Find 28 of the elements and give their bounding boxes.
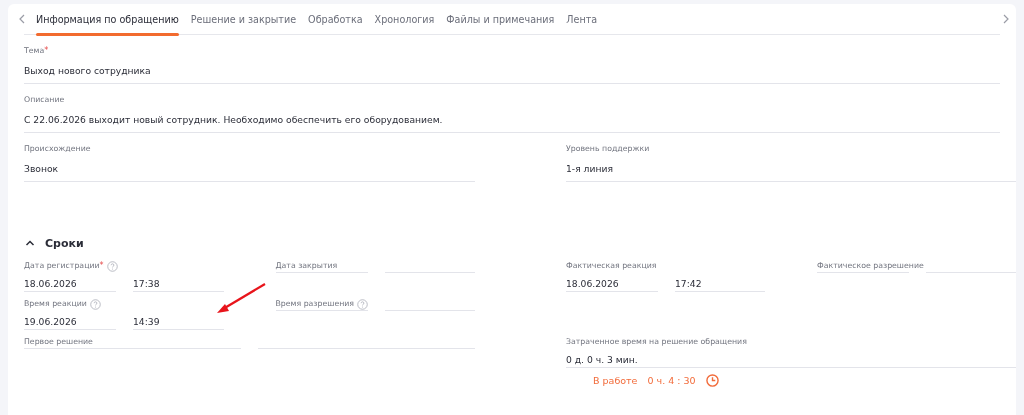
tab[interactable]: Лента (560, 4, 604, 34)
input-field[interactable]: 18.06.2026 (24, 271, 77, 294)
input-field[interactable]: 18.06.2026 (566, 271, 619, 294)
scroll-left-icon[interactable] (18, 14, 25, 24)
field-value: Выход нового сотрудника (24, 64, 152, 78)
required-mark: * (99, 261, 104, 270)
tab[interactable]: Файлы и примечания (440, 4, 561, 34)
input-field[interactable]: 19.06.2026 (24, 309, 77, 332)
field-value: 1-я линия (566, 162, 614, 176)
timer: 0 ч. 4 : 30 (647, 375, 696, 386)
tab[interactable]: Обработка (302, 4, 369, 34)
help-icon[interactable] (106, 260, 118, 272)
section-title: Сроки (45, 236, 84, 250)
input-field[interactable]: 17:38 (133, 271, 160, 294)
tab[interactable]: Решение и закрытие (184, 4, 303, 34)
input-field[interactable]: 14:39 (133, 309, 160, 332)
clock-icon (705, 374, 719, 387)
input-field[interactable]: 17:42 (675, 271, 702, 294)
tab[interactable]: Информация по обращению (30, 4, 185, 34)
scroll-right-icon[interactable] (1003, 14, 1010, 24)
field-value: С 22.06.2026 выходит новый сотрудник. Необходимо обеспечить его оборудованием. (24, 113, 444, 127)
input-field[interactable]: 0 д. 0 ч. 3 мин. (566, 347, 638, 370)
tab[interactable]: Хронология (368, 4, 441, 34)
status-label: В работе (593, 375, 638, 386)
field-value: Звонок (24, 162, 60, 176)
help-icon[interactable] (89, 298, 101, 310)
required-mark: * (44, 46, 49, 55)
help-icon[interactable] (357, 298, 369, 310)
